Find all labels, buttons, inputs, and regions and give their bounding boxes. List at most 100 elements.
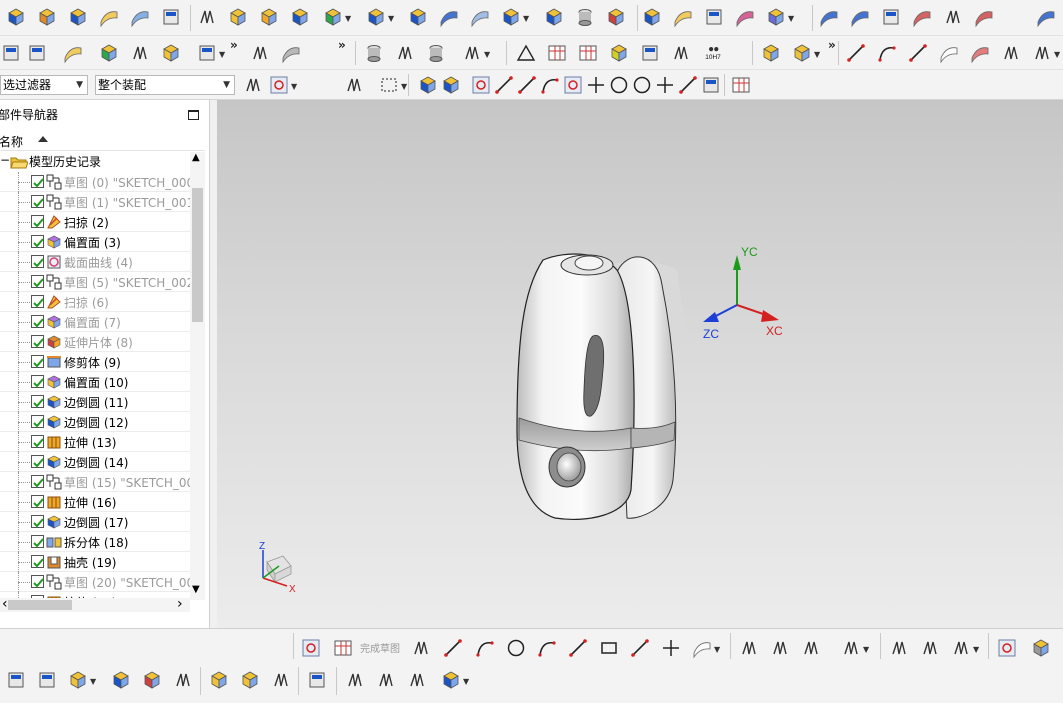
tree-row[interactable]: 修剪体 (9) xyxy=(0,352,190,372)
project-curve-icon[interactable] xyxy=(1000,42,1022,64)
visibility-checkbox[interactable] xyxy=(31,215,44,228)
sketch-circle-icon[interactable] xyxy=(505,637,527,659)
scroll-down-icon[interactable]: ▼ xyxy=(192,584,200,595)
toolbar-overflow-icon[interactable]: » xyxy=(828,38,836,52)
fillet-icon[interactable] xyxy=(536,637,558,659)
chevron-down-icon[interactable]: ▼ xyxy=(219,50,225,59)
curve-on-surface-icon[interactable] xyxy=(969,42,991,64)
replace-face-icon[interactable] xyxy=(641,6,663,28)
chevron-down-icon[interactable]: ▼ xyxy=(291,82,297,91)
link-icon[interactable] xyxy=(344,669,366,691)
dimension-style-button[interactable]: 10H7 xyxy=(704,42,738,66)
paste-icon[interactable] xyxy=(343,74,365,96)
unite-icon[interactable] xyxy=(322,6,344,28)
scrollbar-thumb[interactable] xyxy=(8,600,72,610)
wave-geometry-linker-icon[interactable] xyxy=(375,669,397,691)
visibility-checkbox[interactable] xyxy=(31,375,44,388)
constraints-icon[interactable] xyxy=(996,637,1018,659)
visibility-checkbox[interactable] xyxy=(31,235,44,248)
offset-surface-icon[interactable] xyxy=(98,6,120,28)
tree-row[interactable]: 边倒圆 (12) xyxy=(0,412,190,432)
sketch-line-icon[interactable] xyxy=(442,637,464,659)
scroll-up-icon[interactable]: ▲ xyxy=(192,152,200,163)
navigator-column-header[interactable]: 名称 xyxy=(0,130,205,151)
mesh-icon[interactable] xyxy=(280,42,302,64)
product-interface-icon[interactable] xyxy=(406,669,428,691)
chevron-down-icon[interactable]: ▼ xyxy=(863,645,869,654)
pattern-curve-icon[interactable] xyxy=(919,637,941,659)
tree-row[interactable]: 拉伸 (13) xyxy=(0,432,190,452)
snap-intersection-icon[interactable] xyxy=(562,74,584,96)
snap-quadrant-icon[interactable] xyxy=(631,74,653,96)
chamfer-icon[interactable] xyxy=(543,6,565,28)
visibility-checkbox[interactable] xyxy=(31,435,44,448)
finish-sketch-label[interactable]: 完成草图 xyxy=(360,640,400,655)
horizontal-scrollbar[interactable] xyxy=(0,598,190,612)
grid-plus-icon[interactable] xyxy=(577,42,599,64)
new-component-icon[interactable] xyxy=(110,669,132,691)
tree-row[interactable]: 边倒圆 (17) xyxy=(0,512,190,532)
bearing-icon[interactable] xyxy=(425,42,447,64)
derived-lines-icon[interactable] xyxy=(950,637,972,659)
visibility-checkbox[interactable] xyxy=(31,355,44,368)
move-object-icon[interactable] xyxy=(98,42,120,64)
visibility-checkbox[interactable] xyxy=(31,255,44,268)
chevron-down-icon[interactable]: ▼ xyxy=(788,14,794,23)
toolbar-overflow-icon[interactable]: » xyxy=(230,38,238,52)
visibility-checkbox[interactable] xyxy=(31,515,44,528)
bounded-plane-icon[interactable] xyxy=(880,6,902,28)
sweep-tool-icon[interactable] xyxy=(438,6,460,28)
fill-surface-icon[interactable] xyxy=(1035,6,1057,28)
tree-row[interactable]: 偏置面 (3) xyxy=(0,232,190,252)
assembly-icon[interactable] xyxy=(760,42,782,64)
new-parent-icon[interactable] xyxy=(36,669,58,691)
tree-row[interactable]: 草图 (15) "SKETCH_00 xyxy=(0,472,190,492)
trim-body-tool-icon[interactable] xyxy=(365,6,387,28)
sketch-rectangle-icon[interactable] xyxy=(598,637,620,659)
attribute-icon[interactable] xyxy=(196,42,218,64)
spring-icon[interactable] xyxy=(394,42,416,64)
snap-point-on-curve-icon[interactable] xyxy=(654,74,676,96)
tree-row[interactable]: 草图 (0) "SKETCH_000 xyxy=(0,172,190,192)
chevron-down-icon[interactable]: ▼ xyxy=(401,82,407,91)
n-sided-surface-icon[interactable] xyxy=(911,6,933,28)
snap-tangent-icon[interactable] xyxy=(585,74,607,96)
visibility-checkbox[interactable] xyxy=(31,555,44,568)
hammer-icon[interactable] xyxy=(129,42,151,64)
display-constraints-icon[interactable] xyxy=(1030,637,1052,659)
add-existing-icon[interactable] xyxy=(67,669,89,691)
chevron-down-icon[interactable]: ▼ xyxy=(388,14,394,23)
triangle-icon[interactable] xyxy=(515,42,537,64)
snap-midpoint-icon[interactable] xyxy=(493,74,515,96)
visibility-checkbox[interactable] xyxy=(31,495,44,508)
offset-sketch-icon[interactable] xyxy=(840,637,862,659)
tree-row[interactable]: 扫掠 (6) xyxy=(0,292,190,312)
tree-row[interactable]: 偏置面 (10) xyxy=(0,372,190,392)
visibility-checkbox[interactable] xyxy=(31,315,44,328)
chevron-down-icon[interactable]: ▼ xyxy=(523,14,529,23)
delete-face-icon[interactable] xyxy=(703,6,725,28)
maximize-icon[interactable] xyxy=(188,110,199,120)
cylinder-icon[interactable] xyxy=(574,6,596,28)
visibility-checkbox[interactable] xyxy=(31,295,44,308)
snap-control-icon[interactable] xyxy=(516,74,538,96)
split-body-tool-icon[interactable] xyxy=(407,6,429,28)
visibility-checkbox[interactable] xyxy=(31,195,44,208)
visibility-checkbox[interactable] xyxy=(31,395,44,408)
visibility-checkbox[interactable] xyxy=(31,415,44,428)
arc-icon[interactable] xyxy=(876,42,898,64)
visibility-checkbox[interactable] xyxy=(31,455,44,468)
tree-row[interactable]: 草图 (20) "SKETCH_00 xyxy=(0,572,190,592)
offset-curve-icon[interactable] xyxy=(1031,42,1053,64)
revolve-icon[interactable] xyxy=(36,6,58,28)
shaded-icon[interactable] xyxy=(440,74,462,96)
snap-grid-icon[interactable] xyxy=(730,74,752,96)
tree-row[interactable]: 草图 (5) "SKETCH_002 xyxy=(0,272,190,292)
make-corner-icon[interactable] xyxy=(800,637,822,659)
cylinder-part-icon[interactable] xyxy=(363,42,385,64)
sew-icon[interactable] xyxy=(605,6,627,28)
tree-row[interactable]: 扫掠 (2) xyxy=(0,212,190,232)
swept-icon[interactable] xyxy=(765,6,787,28)
snap-on-face-icon[interactable] xyxy=(677,74,699,96)
through-curves-icon[interactable] xyxy=(818,6,840,28)
